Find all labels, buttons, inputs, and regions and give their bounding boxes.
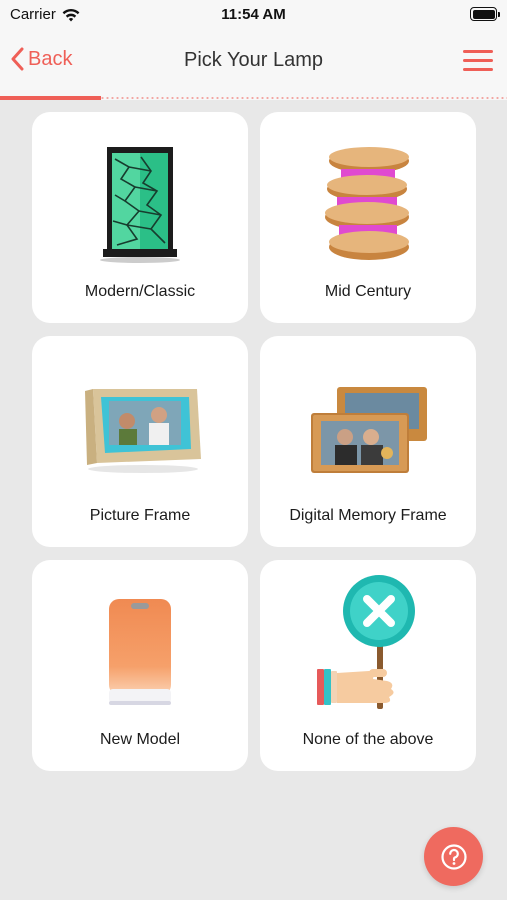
option-label: None of the above [302,731,434,748]
progress-fill [0,96,102,100]
option-label: Picture Frame [89,507,191,524]
option-card-digital-memory-frame[interactable]: Digital Memory Frame [260,336,476,547]
option-card-mid-century[interactable]: Mid Century [260,112,476,323]
modern-classic-lamp-icon [75,140,205,270]
option-label: Digital Memory Frame [289,507,447,524]
new-model-lamp-icon [75,588,205,718]
battery-icon [470,7,500,21]
picture-frame-lamp-icon [75,364,205,494]
hamburger-menu-icon[interactable] [463,50,493,72]
status-bar: Carrier 11:54 AM [0,0,507,30]
help-button[interactable] [424,827,483,886]
option-label: New Model [99,731,181,748]
page-title: Pick Your Lamp [184,49,323,71]
mid-century-lamp-icon [303,140,433,270]
option-label: Mid Century [324,283,412,300]
navigation-bar: Back Pick Your Lamp [0,30,507,96]
digital-memory-frame-icon [303,364,433,494]
question-mark-icon [440,843,467,870]
progress-bar [0,96,507,100]
option-label: Modern/Classic [84,283,196,300]
option-card-new-model[interactable]: New Model [32,560,248,771]
none-sign-icon [303,575,433,709]
clock: 11:54 AM [221,6,286,23]
option-card-none-of-the-above[interactable]: None of the above [260,560,476,771]
option-card-picture-frame[interactable]: Picture Frame [32,336,248,547]
option-card-modern-classic[interactable]: Modern/Classic [32,112,248,323]
